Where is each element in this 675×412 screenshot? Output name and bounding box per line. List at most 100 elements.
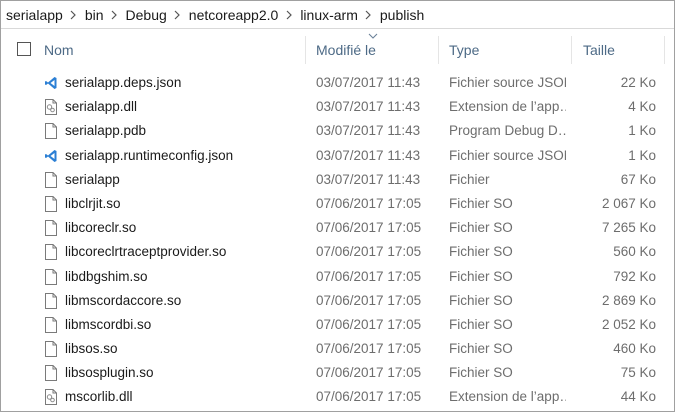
file-modified-date: 03/07/2017 11:43: [316, 123, 421, 139]
file-type: Fichier SO: [449, 195, 513, 211]
file-icon: [44, 316, 58, 333]
column-header-type[interactable]: Type: [439, 33, 572, 67]
file-name[interactable]: serialapp: [65, 172, 120, 187]
file-name[interactable]: libdbgshim.so: [65, 269, 148, 284]
dll-icon: [44, 389, 58, 406]
file-name[interactable]: libsos.so: [65, 341, 118, 356]
dll-icon: [44, 99, 58, 116]
file-icon: [44, 220, 58, 237]
file-icon: [44, 292, 58, 309]
file-name[interactable]: mscorlib.dll: [65, 389, 133, 404]
file-row[interactable]: serialapp.dll 03/07/2017 11:43 Extension d…: [1, 95, 674, 119]
file-modified-date: 07/06/2017 17:05: [316, 389, 422, 405]
file-name[interactable]: serialapp.pdb: [65, 123, 146, 138]
file-row[interactable]: libclrjit.so 07/06/2017 17:05 Fichier SO 2 …: [1, 192, 674, 216]
column-header-size[interactable]: Taille: [572, 33, 665, 67]
address-bar[interactable]: serialapp bin Debug netcoreapp2.0 linux-…: [1, 1, 674, 29]
file-row[interactable]: libdbgshim.so 07/06/2017 17:05 Fichier SO 7…: [1, 265, 674, 289]
file-size: 2 052 Ko: [601, 316, 656, 332]
file-type: Fichier SO: [449, 316, 513, 332]
file-row[interactable]: libmscordbi.so 07/06/2017 17:05 Fichier SO…: [1, 313, 674, 337]
chevron-right-icon[interactable]: [107, 1, 123, 29]
chevron-right-icon[interactable]: [170, 1, 186, 29]
file-icon: [44, 171, 58, 188]
file-type: Fichier source JSON: [449, 75, 566, 90]
vscode-icon: [44, 75, 58, 91]
file-type: Fichier SO: [449, 268, 513, 284]
breadcrumb-item-debug[interactable]: Debug: [123, 7, 170, 23]
file-type: Program Debug D…: [449, 123, 566, 139]
file-row[interactable]: libmscordaccore.so 07/06/2017 17:05 Fichie…: [1, 289, 674, 313]
column-header-size-label: Taille: [583, 42, 615, 58]
column-header: Nom Modifié le Type Taille: [1, 33, 674, 67]
file-size: 460 Ko: [613, 341, 656, 357]
column-header-name[interactable]: Nom: [1, 33, 306, 67]
file-modified-date: 07/06/2017 17:05: [316, 195, 422, 211]
file-type: Fichier SO: [449, 220, 513, 236]
file-icon: [44, 365, 58, 382]
column-header-modified-label: Modifié le: [316, 42, 376, 58]
file-icon: [44, 123, 58, 140]
file-row[interactable]: libsos.so 07/06/2017 17:05 Fichier SO 460 K…: [1, 337, 674, 361]
file-row[interactable]: serialapp.pdb 03/07/2017 11:43 Program Deb…: [1, 119, 674, 143]
file-size: 560 Ko: [613, 244, 656, 260]
file-size: 4 Ko: [628, 99, 656, 115]
file-size: 2 067 Ko: [601, 195, 656, 211]
file-row[interactable]: serialapp.deps.json 03/07/2017 11:43 Fichi…: [1, 71, 674, 95]
vscode-icon: [44, 148, 58, 164]
file-modified-date: 03/07/2017 11:43: [316, 99, 421, 115]
file-modified-date: 07/06/2017 17:05: [316, 244, 422, 260]
file-modified-date: 07/06/2017 17:05: [316, 365, 422, 381]
breadcrumb: serialapp bin Debug netcoreapp2.0 linux-…: [1, 1, 427, 29]
file-row[interactable]: mscorlib.dll 07/06/2017 17:05 Extension de…: [1, 385, 674, 409]
file-name[interactable]: serialapp.runtimeconfig.json: [65, 148, 233, 163]
file-icon: [44, 341, 58, 358]
file-type: Fichier SO: [449, 292, 513, 308]
file-size: 67 Ko: [620, 171, 656, 187]
file-modified-date: 07/06/2017 17:05: [316, 341, 422, 357]
file-name[interactable]: libcoreclrtraceptprovider.so: [65, 244, 226, 259]
file-modified-date: 03/07/2017 11:43: [316, 147, 421, 163]
file-row[interactable]: serialapp 03/07/2017 11:43 Fichier 67 Ko: [1, 168, 674, 192]
file-modified-date: 03/07/2017 11:43: [316, 75, 421, 90]
file-modified-date: 07/06/2017 17:05: [316, 268, 422, 284]
breadcrumb-item-publish[interactable]: publish: [377, 7, 427, 23]
file-type: Fichier source JSON: [449, 147, 566, 163]
file-icon: [44, 244, 58, 261]
chevron-right-icon[interactable]: [281, 1, 297, 29]
file-size: 792 Ko: [613, 268, 656, 284]
file-size: 1 Ko: [628, 123, 656, 139]
file-name[interactable]: serialapp.deps.json: [65, 75, 181, 90]
breadcrumb-item-serialapp[interactable]: serialapp: [3, 7, 66, 23]
file-size: 2 869 Ko: [601, 292, 656, 308]
file-size: 44 Ko: [620, 389, 656, 405]
sort-descending-icon: [368, 33, 378, 39]
file-size: 22 Ko: [620, 75, 656, 90]
chevron-right-icon[interactable]: [66, 1, 82, 29]
explorer-window: serialapp bin Debug netcoreapp2.0 linux-…: [0, 0, 675, 412]
file-name[interactable]: libsosplugin.so: [65, 365, 154, 380]
file-size: 1 Ko: [628, 147, 656, 163]
file-name[interactable]: libclrjit.so: [65, 196, 121, 211]
breadcrumb-item-bin[interactable]: bin: [82, 7, 107, 23]
file-icon: [44, 195, 58, 212]
file-row[interactable]: serialapp.runtimeconfig.json 03/07/2017 1…: [1, 144, 674, 168]
file-name[interactable]: libcoreclr.so: [65, 220, 136, 235]
chevron-right-icon[interactable]: [361, 1, 377, 29]
breadcrumb-item-netcoreapp[interactable]: netcoreapp2.0: [186, 7, 282, 23]
file-row[interactable]: libsosplugin.so 07/06/2017 17:05 Fichier S…: [1, 361, 674, 385]
file-name[interactable]: serialapp.dll: [65, 99, 137, 114]
file-type: Extension de l’app…: [449, 389, 566, 405]
column-header-name-label: Nom: [44, 42, 74, 58]
file-type: Fichier: [449, 171, 490, 187]
breadcrumb-item-linux-arm[interactable]: linux-arm: [297, 7, 361, 23]
file-row[interactable]: libcoreclr.so 07/06/2017 17:05 Fichier SO 7…: [1, 216, 674, 240]
file-modified-date: 07/06/2017 17:05: [316, 316, 422, 332]
file-row[interactable]: libcoreclrtraceptprovider.so 07/06/2017 1…: [1, 240, 674, 264]
file-name[interactable]: libmscordbi.so: [65, 317, 151, 332]
file-size: 75 Ko: [620, 365, 656, 381]
column-divider[interactable]: [664, 36, 665, 64]
file-size: 7 265 Ko: [601, 220, 656, 236]
file-icon: [44, 268, 58, 285]
file-name[interactable]: libmscordaccore.so: [65, 293, 181, 308]
